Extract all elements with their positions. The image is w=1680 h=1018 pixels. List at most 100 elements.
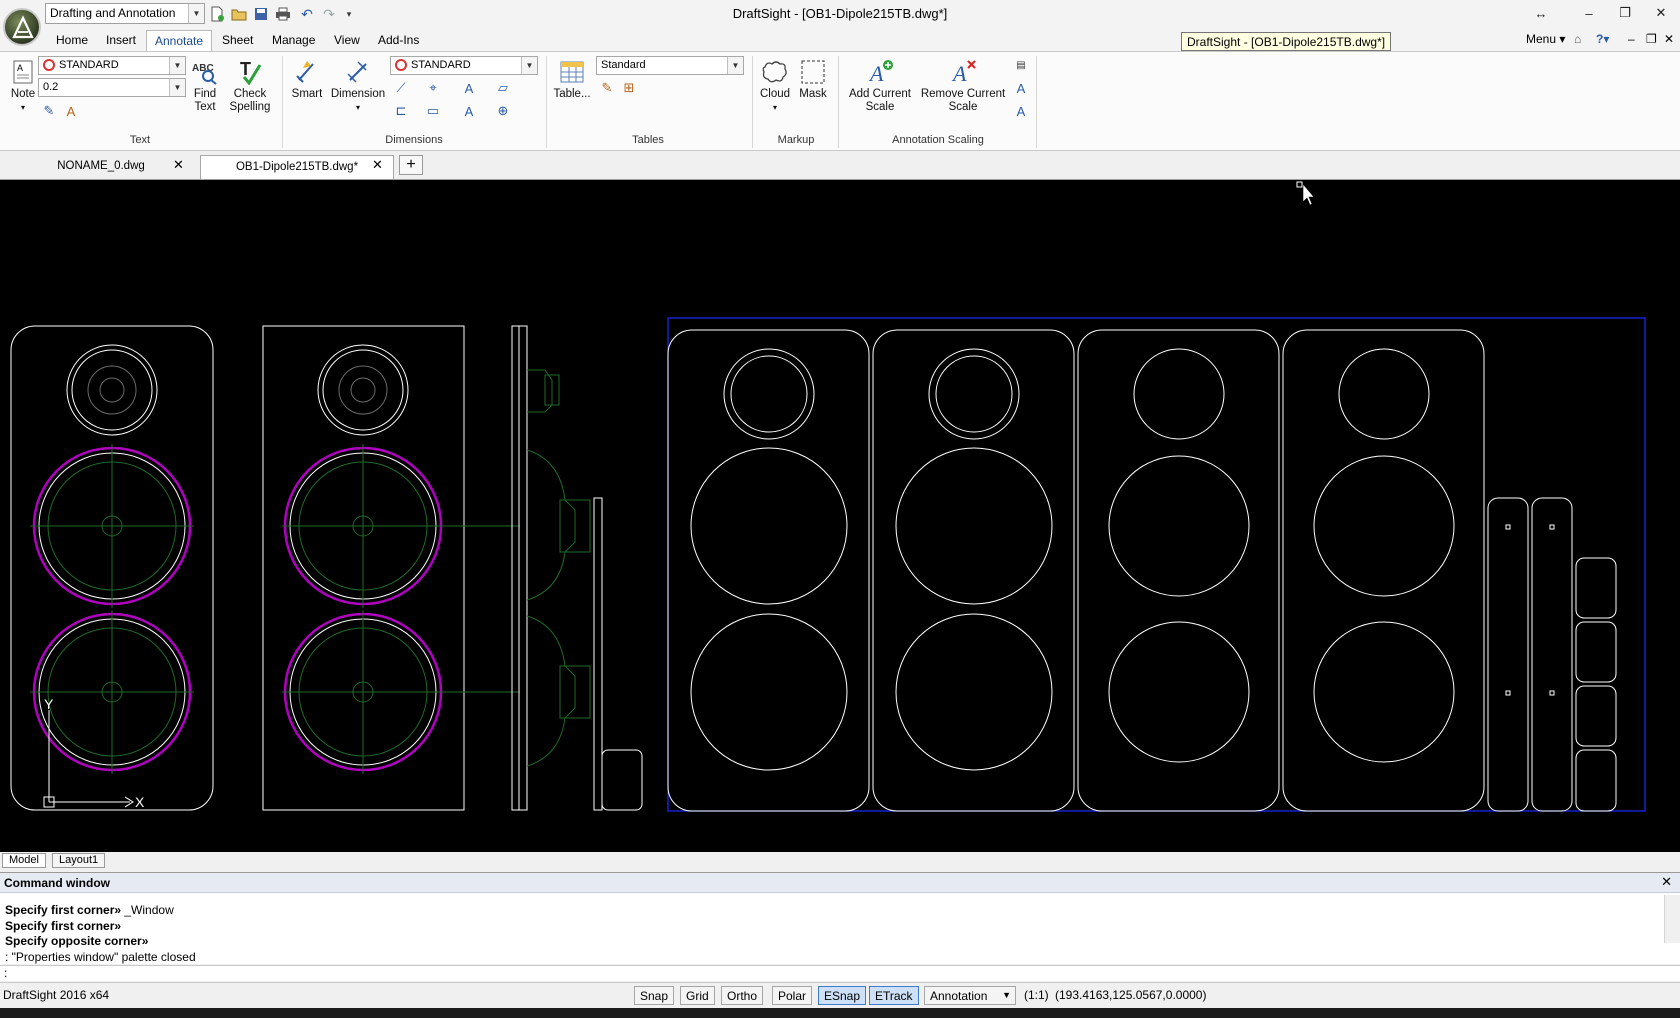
scale-list-icon[interactable]: ▤ bbox=[1012, 56, 1030, 74]
print-icon[interactable] bbox=[274, 5, 292, 23]
panel-title-tables: Tables bbox=[632, 134, 664, 146]
tab-annotate[interactable]: Annotate bbox=[146, 30, 213, 51]
edit-text-icon[interactable]: ✎ bbox=[40, 102, 58, 120]
esnap-toggle[interactable]: ESnap bbox=[818, 986, 867, 1005]
undo-icon[interactable]: ↶ bbox=[298, 5, 316, 23]
oblique-dimension-icon[interactable]: ▱ bbox=[494, 79, 512, 97]
smart-dimension-button[interactable]: Smart bbox=[290, 58, 324, 101]
find-text-button[interactable]: ABC Find Text bbox=[190, 58, 220, 114]
note-button[interactable]: A Note ▾ bbox=[6, 58, 40, 114]
dimension-override-icon[interactable]: A bbox=[460, 102, 478, 120]
doc-tab-noname[interactable]: NONAME_0.dwg bbox=[4, 155, 198, 179]
annotative-text-icon[interactable]: A bbox=[1012, 79, 1030, 97]
doc-close-button[interactable]: ✕ bbox=[1664, 32, 1674, 46]
etrack-toggle[interactable]: ETrack bbox=[869, 986, 919, 1005]
tab-sheet[interactable]: Sheet bbox=[214, 30, 261, 51]
sync-scale-icon[interactable]: A bbox=[1012, 102, 1030, 120]
leader-icon[interactable]: ⟋ bbox=[392, 79, 410, 97]
panel-title-annotation-scaling: Annotation Scaling bbox=[892, 134, 984, 146]
speaker-panel-4[interactable] bbox=[1282, 329, 1485, 812]
close-icon[interactable]: ✕ bbox=[372, 157, 383, 173]
speaker-panel-1[interactable] bbox=[667, 329, 870, 812]
selection-window bbox=[667, 317, 1646, 812]
chevron-down-icon[interactable]: ▼ bbox=[169, 79, 185, 96]
title-bar: Drafting and Annotation ▼ ↶ ↷ ▾ DraftSig… bbox=[0, 0, 1680, 46]
grid-toggle[interactable]: Grid bbox=[680, 986, 715, 1005]
resize-arrows-icon[interactable]: ↔ bbox=[1526, 2, 1556, 24]
save-icon[interactable] bbox=[252, 5, 270, 23]
command-scrollbar[interactable] bbox=[1664, 895, 1680, 943]
scale-readout[interactable]: (1:1) bbox=[1024, 988, 1049, 1002]
drawing-canvas[interactable]: X Y bbox=[0, 180, 1680, 852]
close-button[interactable]: ✕ bbox=[1646, 2, 1676, 24]
tab-home[interactable]: Home bbox=[48, 30, 96, 51]
drawing-svg[interactable]: X Y bbox=[0, 180, 1680, 852]
cloud-button[interactable]: Cloud ▾ bbox=[756, 58, 794, 114]
tab-insert[interactable]: Insert bbox=[98, 30, 144, 51]
center-mark-icon[interactable]: ⊕ bbox=[494, 102, 512, 120]
command-prompt-text: Specify first corner» bbox=[5, 903, 122, 917]
speaker-front-view-2[interactable] bbox=[262, 325, 520, 811]
chevron-down-icon[interactable]: ▼ bbox=[1002, 990, 1011, 1000]
doc-tab-label: NONAME_0.dwg bbox=[57, 160, 145, 172]
smart-dimension-icon bbox=[293, 58, 321, 86]
doc-restore-button[interactable]: ❐ bbox=[1646, 32, 1657, 46]
continue-dimension-icon[interactable]: ▭ bbox=[424, 102, 442, 120]
check-spelling-button[interactable]: T Check Spelling bbox=[228, 58, 272, 114]
speaker-panel-3[interactable] bbox=[1077, 329, 1280, 812]
doc-minimize-button[interactable]: – bbox=[1628, 32, 1635, 46]
redo-icon[interactable]: ↷ bbox=[320, 5, 338, 23]
snap-toggle[interactable]: Snap bbox=[634, 986, 675, 1005]
text-style-select[interactable]: STANDARD ▼ bbox=[38, 56, 186, 75]
doc-tab-ob1-dipole[interactable]: OB1-Dipole215TB.dwg* bbox=[200, 155, 394, 179]
layout-tab-model[interactable]: Model bbox=[2, 853, 46, 868]
chevron-down-icon[interactable]: ▼ bbox=[188, 4, 204, 23]
tab-view[interactable]: View bbox=[326, 30, 368, 51]
layout-tab-layout1[interactable]: Layout1 bbox=[52, 853, 106, 868]
baseline-dimension-icon[interactable]: ⊏ bbox=[392, 102, 410, 120]
text-format-icon[interactable]: A bbox=[62, 102, 80, 120]
open-file-icon[interactable] bbox=[230, 5, 248, 23]
chevron-down-icon[interactable]: ▼ bbox=[521, 57, 537, 74]
ortho-toggle[interactable]: Ortho bbox=[721, 986, 764, 1005]
new-tab-button[interactable]: + bbox=[399, 155, 423, 175]
table-style-select[interactable]: Standard ▼ bbox=[596, 56, 744, 75]
annotation-scale-select[interactable]: Annotation ▼ bbox=[924, 986, 1016, 1005]
tab-add-ins[interactable]: Add-Ins bbox=[370, 30, 427, 51]
restore-button[interactable]: ❐ bbox=[1610, 2, 1640, 24]
tab-manage[interactable]: Manage bbox=[264, 30, 323, 51]
command-window-header: Command window ✕ bbox=[0, 873, 1680, 893]
close-icon[interactable]: ✕ bbox=[173, 157, 184, 173]
speaker-side-view[interactable] bbox=[511, 325, 643, 811]
minimize-button[interactable]: – bbox=[1574, 2, 1604, 24]
help-icon[interactable]: ?▾ bbox=[1596, 32, 1609, 46]
close-icon[interactable]: ✕ bbox=[1661, 874, 1672, 890]
workspace-select[interactable]: Drafting and Annotation ▼ bbox=[45, 3, 205, 24]
table-button[interactable]: Table... bbox=[552, 58, 592, 101]
speaker-panel-2[interactable] bbox=[872, 329, 1075, 812]
edit-table-icon[interactable]: ✎ bbox=[598, 79, 616, 97]
menu-button[interactable]: Menu ▾ bbox=[1526, 32, 1565, 46]
customize-toolbar-icon[interactable]: ▾ bbox=[340, 5, 358, 23]
dimension-text-icon[interactable]: A bbox=[460, 79, 478, 97]
dimension-style-select[interactable]: STANDARD ▼ bbox=[390, 56, 538, 75]
speaker-front-view-1[interactable] bbox=[10, 325, 214, 811]
command-input[interactable]: : bbox=[0, 965, 1680, 981]
dimension-button[interactable]: Dimension ▾ bbox=[328, 58, 388, 114]
chevron-down-icon[interactable]: ▼ bbox=[727, 57, 743, 74]
side-strip-panels[interactable] bbox=[1487, 497, 1617, 812]
remove-current-scale-button[interactable]: A Remove Current Scale bbox=[918, 58, 1008, 114]
svg-text:A: A bbox=[17, 63, 23, 73]
new-file-icon[interactable] bbox=[208, 5, 226, 23]
text-height-select[interactable]: 0.2 ▼ bbox=[38, 78, 186, 97]
smart-dimension-label: Smart bbox=[291, 88, 323, 100]
add-current-scale-button[interactable]: A Add Current Scale bbox=[844, 58, 916, 114]
panel-title-dimensions: Dimensions bbox=[385, 134, 443, 146]
table-link-icon[interactable]: ⊞ bbox=[620, 79, 638, 97]
app-logo-icon[interactable] bbox=[3, 8, 41, 46]
polar-toggle[interactable]: Polar bbox=[772, 986, 813, 1005]
tolerance-icon[interactable]: ⌖ bbox=[424, 79, 442, 97]
mask-button[interactable]: Mask bbox=[796, 58, 830, 101]
home-icon[interactable]: ⌂ bbox=[1574, 32, 1581, 46]
chevron-down-icon[interactable]: ▼ bbox=[169, 57, 185, 74]
